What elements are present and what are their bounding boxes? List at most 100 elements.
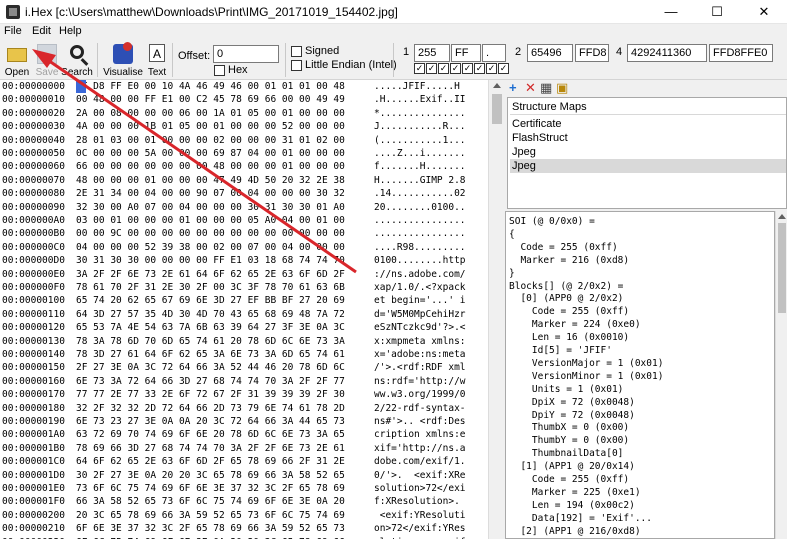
grid-icon[interactable]: ▦	[540, 81, 552, 95]
bit-checkbox[interactable]: ✓	[426, 63, 437, 74]
byte-char-field[interactable]: .	[482, 44, 506, 62]
list-item[interactable]: Jpeg	[510, 145, 786, 159]
hex-scrollbar[interactable]	[488, 80, 505, 539]
hex-ascii[interactable]: ww.w3.org/1999/0	[374, 388, 466, 401]
table-row[interactable]: 00:00000170 77 77 2E 77 33 2E 6F 72 67 2F…	[0, 388, 488, 401]
hex-checkbox[interactable]	[214, 65, 225, 76]
lock-icon[interactable]: ▣	[556, 81, 568, 95]
hex-bytes[interactable]: 30 31 30 30 00 00 00 00 FF E1 03 18 68 7…	[76, 254, 345, 267]
hex-bytes[interactable]: 28 01 03 00 01 00 00 00 02 00 00 00 31 0…	[76, 134, 345, 147]
hex-bytes[interactable]: 2F 27 3E 0A 3C 72 64 66 3A 52 44 46 20 7…	[76, 361, 345, 374]
table-row[interactable]: 00:000001B0 78 69 66 3D 27 68 74 74 70 3A…	[0, 442, 488, 455]
hex-bytes[interactable]: 78 3A 78 6D 70 6D 65 74 61 20 78 6D 6C 6…	[76, 335, 345, 348]
byte-hex-field[interactable]: FF	[451, 44, 481, 62]
hex-ascii[interactable]: ....R98.........	[374, 241, 466, 254]
scrollbar-thumb[interactable]	[492, 94, 502, 124]
table-row[interactable]: 00:00000020 2A 00 08 00 00 00 06 00 1A 01…	[0, 107, 488, 120]
hex-bytes[interactable]: 30 2F 27 3E 0A 20 20 3C 65 78 69 66 3A 5…	[76, 469, 345, 482]
structure-output[interactable]: SOI (@ 0/0x0) ={ Code = 255 (0xff) Marke…	[505, 211, 775, 539]
hex-ascii[interactable]: 0/'>. <exif:XRe	[374, 469, 466, 482]
hex-ascii[interactable]: .H......Exif..II	[374, 93, 466, 106]
hex-bytes[interactable]: 2E 31 34 00 04 00 00 90 07 00 04 00 00 0…	[76, 187, 345, 200]
scroll-up-icon[interactable]	[778, 214, 786, 219]
text-button[interactable]: A Text	[145, 42, 169, 78]
hex-bytes[interactable]: 78 61 70 2F 31 2E 30 2F 00 3C 3F 78 70 6…	[76, 281, 345, 294]
maximize-button[interactable]: ☐	[694, 0, 740, 24]
table-row[interactable]: 00:00000050 0C 00 00 00 5A 00 00 00 69 87…	[0, 147, 488, 160]
table-row[interactable]: 00:00000070 48 00 00 00 01 00 00 00 47 49…	[0, 174, 488, 187]
table-row[interactable]: 00:00000010 00 48 00 00 FF E1 00 C2 45 78…	[0, 93, 488, 106]
menu-help[interactable]: Help	[59, 25, 82, 37]
scroll-up-icon[interactable]	[493, 83, 501, 88]
table-row[interactable]: 00:00000120 65 53 7A 4E 54 63 7A 6B 63 39…	[0, 321, 488, 334]
hex-ascii[interactable]: *...............	[374, 107, 466, 120]
table-row[interactable]: 00:000001A0 63 72 69 70 74 69 6F 6E 20 78…	[0, 428, 488, 441]
hex-bytes[interactable]: 78 3D 27 61 64 6F 62 65 3A 6E 73 3A 6D 6…	[76, 348, 345, 361]
dword-hex-field[interactable]: FFD8FFE0	[709, 44, 773, 62]
table-row[interactable]: 00:000001E0 73 6F 6C 75 74 69 6F 6E 3E 37…	[0, 482, 488, 495]
hex-bytes[interactable]: 6E 73 23 27 3E 0A 0A 20 3C 72 64 66 3A 4…	[76, 415, 345, 428]
hex-ascii[interactable]: eSzNTczkc9d'?>.<	[374, 321, 466, 334]
offset-input[interactable]: 0	[213, 45, 279, 63]
hex-bytes[interactable]: 32 2F 32 32 2D 72 64 66 2D 73 79 6E 74 6…	[76, 402, 345, 415]
hex-ascii[interactable]: x='adobe:ns:meta	[374, 348, 466, 361]
hex-ascii[interactable]: 0100........http	[374, 254, 466, 267]
table-row[interactable]: 00:00000100 65 74 20 62 65 67 69 6E 3D 27…	[0, 294, 488, 307]
scrollbar-thumb[interactable]	[778, 223, 786, 313]
menu-edit[interactable]: Edit	[32, 25, 51, 37]
table-row[interactable]: 00:00000090 32 30 00 A0 07 00 04 00 00 00…	[0, 201, 488, 214]
bit-checkbox[interactable]: ✓	[450, 63, 461, 74]
table-row[interactable]: 00:00000060 66 00 00 00 00 00 00 00 48 00…	[0, 160, 488, 173]
hex-bytes[interactable]: 6F 6C 75 74 69 6F 6E 3E 0A 20 20 3C 65 7…	[76, 536, 345, 539]
table-row[interactable]: 00:000001C0 64 6F 62 65 2E 63 6F 6D 2F 65…	[0, 455, 488, 468]
hex-ascii[interactable]: ................	[374, 227, 466, 240]
table-row[interactable]: 00:00000040 28 01 03 00 01 00 00 00 02 00…	[0, 134, 488, 147]
table-row[interactable]: 00:00000030 4A 00 00 00 1B 01 05 00 01 00…	[0, 120, 488, 133]
structure-scrollbar[interactable]	[775, 211, 787, 539]
bit-checkbox[interactable]: ✓	[486, 63, 497, 74]
save-button[interactable]: Save	[33, 42, 61, 78]
hex-bytes[interactable]: 78 69 66 3D 27 68 74 74 70 3A 2F 2F 6E 7…	[76, 442, 345, 455]
open-button[interactable]: Open	[2, 42, 32, 78]
hex-bytes[interactable]: 00 48 00 00 FF E1 00 C2 45 78 69 66 00 0…	[76, 93, 345, 106]
hex-ascii[interactable]: on>72</exif:YRes	[374, 522, 466, 535]
table-row[interactable]: 00:000001D0 30 2F 27 3E 0A 20 20 3C 65 78…	[0, 469, 488, 482]
hex-bytes[interactable]: 6E 73 3A 72 64 66 3D 27 68 74 74 70 3A 2…	[76, 375, 345, 388]
hex-bytes[interactable]: 65 74 20 62 65 67 69 6E 3D 27 EF BB BF 2…	[76, 294, 345, 307]
hex-bytes[interactable]: 63 72 69 70 74 69 6F 6E 20 78 6D 6C 6E 7…	[76, 428, 345, 441]
table-row[interactable]: 00:00000150 2F 27 3E 0A 3C 72 64 66 3A 52…	[0, 361, 488, 374]
hex-ascii[interactable]: /'>.<rdf:RDF xml	[374, 361, 466, 374]
table-row[interactable]: 00:000000C0 04 00 00 00 52 39 38 00 02 00…	[0, 241, 488, 254]
bit-checkbox[interactable]: ✓	[474, 63, 485, 74]
byte-decimal-field[interactable]: 255	[414, 44, 450, 62]
hex-ascii[interactable]: f.......H.......	[374, 160, 466, 173]
table-row[interactable]: 00:00000130 78 3A 78 6D 70 6D 65 74 61 20…	[0, 335, 488, 348]
hex-bytes[interactable]: 2A 00 08 00 00 00 06 00 1A 01 05 00 01 0…	[76, 107, 345, 120]
bit-checkbox[interactable]: ✓	[438, 63, 449, 74]
hex-bytes[interactable]: 6F 6E 3E 37 32 3C 2F 65 78 69 66 3A 59 5…	[76, 522, 345, 535]
table-row[interactable]: 00:00000220 6F 6C 75 74 69 6F 6E 3E 0A 20…	[0, 536, 488, 539]
table-row[interactable]: 00:000000B0 00 00 9C 00 00 00 00 00 00 00…	[0, 227, 488, 240]
word-hex-field[interactable]: FFD8	[575, 44, 609, 62]
hex-ascii[interactable]: H.......GIMP 2.8	[374, 174, 466, 187]
hex-ascii[interactable]: .....JFIF.....H	[374, 80, 460, 93]
hex-bytes[interactable]: 77 77 2E 77 33 2E 6F 72 67 2F 31 39 39 3…	[76, 388, 345, 401]
hex-ascii[interactable]: ................	[374, 214, 466, 227]
hex-ascii[interactable]: dobe.com/exif/1.	[374, 455, 466, 468]
hex-bytes[interactable]: 04 00 00 00 52 39 38 00 02 00 07 00 04 0…	[76, 241, 345, 254]
add-icon[interactable]: +	[509, 81, 517, 95]
hex-ascii[interactable]: ....Z...i.......	[374, 147, 466, 160]
search-button[interactable]: Search	[61, 42, 93, 78]
hex-bytes[interactable]: 03 00 01 00 00 00 01 00 00 00 05 A0 04 0…	[76, 214, 345, 227]
signed-checkbox[interactable]	[291, 46, 302, 57]
table-row[interactable]: 00:00000180 32 2F 32 32 2D 72 64 66 2D 73…	[0, 402, 488, 415]
table-row[interactable]: 00:00000140 78 3D 27 61 64 6F 62 65 3A 6E…	[0, 348, 488, 361]
menu-file[interactable]: File	[4, 25, 22, 37]
hex-bytes[interactable]: 64 6F 62 65 2E 63 6F 6D 2F 65 78 69 66 2…	[76, 455, 345, 468]
hex-bytes[interactable]: 20 3C 65 78 69 66 3A 59 52 65 73 6F 6C 7…	[76, 509, 345, 522]
structure-maps-list[interactable]: Structure Maps Certificate FlashStruct J…	[507, 97, 787, 209]
hex-ascii[interactable]: J...........R...	[374, 120, 466, 133]
hex-bytes[interactable]: 65 53 7A 4E 54 63 7A 6B 63 39 64 27 3F 3…	[76, 321, 345, 334]
table-row[interactable]: 00:00000000 FF D8 FF E0 00 10 4A 46 49 46…	[0, 80, 488, 93]
visualise-button[interactable]: Visualise	[102, 42, 144, 78]
